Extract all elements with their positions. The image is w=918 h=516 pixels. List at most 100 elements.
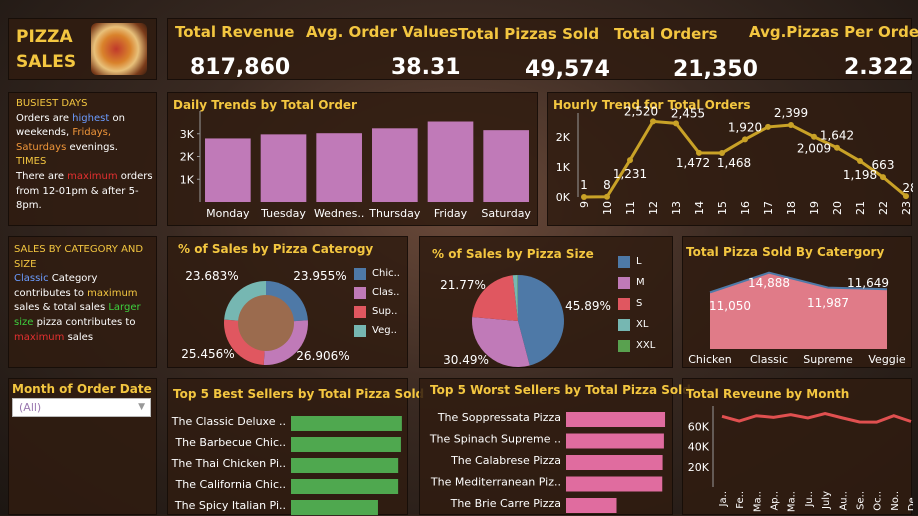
x-tick-label: 11 — [624, 201, 637, 215]
daily-trend-panel: Daily Trends by Total Order 1K2K3KMonday… — [167, 92, 538, 226]
x-tick-label: 21 — [854, 201, 867, 215]
chevron-down-icon[interactable]: ▼ — [138, 399, 145, 416]
legend-item-xl: XL — [618, 314, 655, 335]
hourly-point — [604, 194, 610, 200]
busiest-note-panel: BUSIEST DAYS Orders are highest on weeke… — [8, 92, 157, 226]
bar-0 — [291, 416, 402, 431]
category-sold-chart: 11,05014,88811,98711,649ChickenClassicSu… — [683, 237, 913, 369]
x-tick-label: Classic — [750, 353, 788, 366]
bar-tuesday — [261, 134, 307, 202]
x-tick-label: Supreme — [803, 353, 853, 366]
bar-1 — [291, 437, 401, 452]
slice-label: 23.955% — [293, 269, 346, 283]
category-legend: Chic.. Clas.. Sup.. Veg.. — [354, 264, 400, 340]
bar-label: The Spicy Italian Pi.. — [174, 499, 286, 512]
data-label: 1,920 — [728, 120, 762, 134]
note-text: evenings. — [66, 142, 118, 153]
monthly-line — [722, 414, 911, 423]
slice-label: 25.456% — [181, 347, 234, 361]
x-tick-label: Se.. — [855, 491, 866, 510]
hourly-point — [788, 122, 794, 128]
month-filter-dropdown[interactable]: (All) ▼ — [12, 398, 151, 417]
x-tick-label: 23 — [900, 201, 913, 215]
x-tick-label: 17 — [762, 201, 775, 215]
bar-thursday — [372, 128, 418, 202]
category-note: SALES BY CATEGORY AND SIZE Classic Categ… — [14, 243, 157, 345]
x-tick-label: No.. — [890, 491, 901, 511]
daily-trend-chart: 1K2K3KMondayTuesdayWednes..ThursdayFrida… — [168, 93, 539, 227]
x-tick-label: Chicken — [688, 353, 732, 366]
month-filter-value: (All) — [19, 401, 41, 414]
data-label: 1,231 — [613, 167, 647, 181]
x-tick-label: 12 — [647, 201, 660, 215]
hourly-trend-panel: Hourly Trend for Total Orders 0K1K2K1981… — [547, 92, 912, 226]
hourly-point — [765, 124, 771, 130]
legend-label: XL — [636, 319, 648, 330]
category-heading: SALES BY CATEGORY AND SIZE — [14, 244, 143, 270]
x-tick-label: Ma.. — [752, 491, 763, 512]
data-label: 1,468 — [717, 156, 751, 170]
bar-label: The Mediterranean Piz.. — [430, 476, 561, 489]
bar-monday — [205, 138, 251, 202]
kpi-value-revenue: 817,860 — [190, 55, 290, 80]
x-tick-label: 14 — [693, 201, 706, 215]
y-tick-label: 20K — [688, 461, 710, 474]
legend-label: S — [636, 298, 642, 309]
legend-item-supreme: Sup.. — [354, 302, 400, 321]
monthly-revenue-chart: 20K40K60KJa..Fe..Ma..Ap..Ma..Ju..JulyAu.… — [683, 379, 913, 516]
hourly-point — [834, 145, 840, 151]
bar-1 — [566, 434, 664, 449]
legend-label: Veg.. — [372, 325, 397, 336]
note-highlight: highest — [72, 113, 109, 124]
bar-label: The Brie Carre Pizza — [450, 497, 561, 510]
month-filter-panel: Month of Order Date (All) ▼ — [8, 378, 157, 515]
bar-friday — [428, 122, 474, 202]
note-highlight: Classic — [14, 273, 49, 284]
x-tick-label: 9 — [578, 201, 591, 208]
size-pie-panel: % of Sales by Pizza Size 45.89%30.49%21.… — [419, 236, 673, 368]
data-label: 11,649 — [847, 276, 889, 290]
busiest-heading: BUSIEST DAYS — [16, 98, 87, 109]
x-tick-label: Veggie — [868, 353, 905, 366]
bar-label: The Soppressata Pizza — [437, 411, 561, 424]
x-tick-label: Fe.. — [735, 491, 746, 509]
legend-item-l: L — [618, 251, 655, 272]
kpi-panel: Total Revenue 817,860 Avg. Order Values … — [167, 18, 912, 80]
dashboard-title-line1: PIZZA — [16, 27, 73, 47]
note-text: pizza contributes to — [33, 317, 135, 328]
x-tick-label: Ju.. — [804, 491, 815, 508]
data-label: 2,399 — [774, 106, 808, 120]
kpi-label-pizzas-sold: Total Pizzas Sold — [458, 25, 599, 43]
legend-item-xxl: XXL — [618, 335, 655, 356]
legend-label: Clas.. — [372, 287, 399, 298]
legend-label: Sup.. — [372, 306, 397, 317]
note-text: sales & total sales — [14, 302, 108, 313]
x-tick-label: 18 — [785, 201, 798, 215]
x-tick-label: 16 — [739, 201, 752, 215]
x-tick-label: Saturday — [481, 207, 531, 220]
x-tick-label: De.. — [907, 491, 913, 511]
data-label: 28 — [902, 181, 913, 195]
times-heading: TIMES — [16, 156, 46, 167]
slice-label: 26.906% — [296, 349, 349, 363]
bar-3 — [566, 477, 662, 492]
bar-saturday — [483, 130, 529, 202]
pizza-image — [91, 23, 147, 75]
x-tick-label: Ma.. — [787, 491, 798, 512]
y-tick-label: 0K — [556, 191, 571, 204]
y-tick-label: 60K — [688, 420, 710, 433]
hourly-point — [857, 158, 863, 164]
legend-item-veggie: Veg.. — [354, 321, 400, 340]
x-tick-label: Monday — [206, 207, 250, 220]
legend-item-s: S — [618, 293, 655, 314]
best-sellers-panel: Top 5 Best Sellers by Total Pizza Sold T… — [167, 378, 408, 515]
bar-4 — [291, 500, 378, 515]
data-label: 8 — [603, 178, 611, 192]
legend-label: M — [636, 277, 645, 288]
note-highlight: maximum — [67, 171, 117, 182]
kpi-label-orders: Total Orders — [614, 25, 718, 43]
legend-item-chicken: Chic.. — [354, 264, 400, 283]
slice-label: 23.683% — [185, 269, 238, 283]
x-tick-label: Thursday — [368, 207, 421, 220]
data-label: 14,888 — [748, 276, 790, 290]
